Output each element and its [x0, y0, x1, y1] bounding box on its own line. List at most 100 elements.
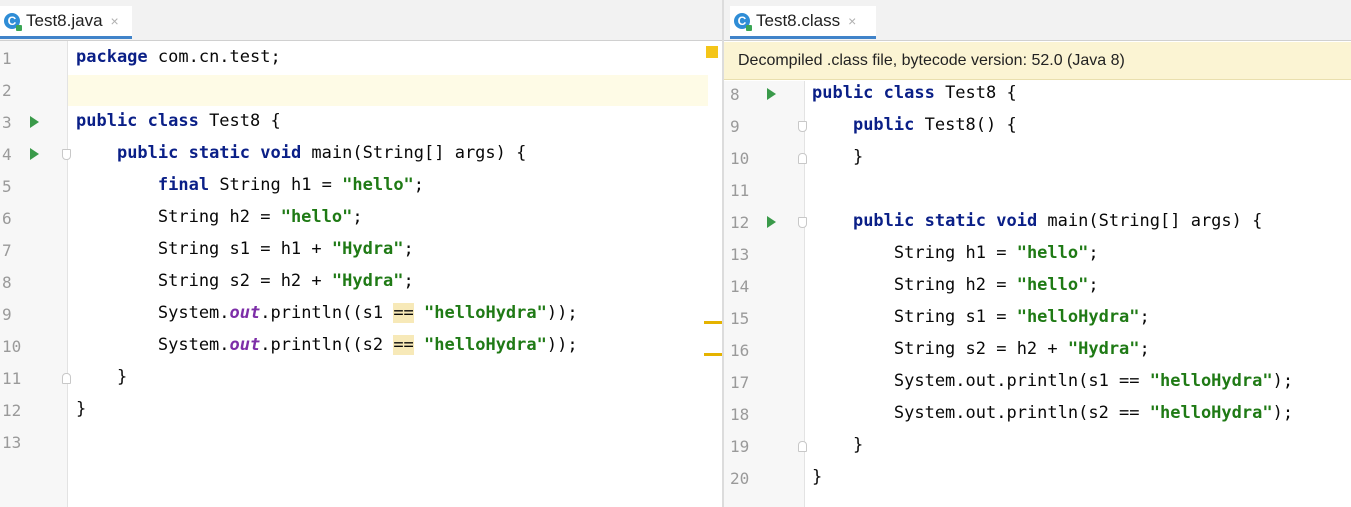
- code-text: String s1 = h1 +: [76, 239, 332, 259]
- keyword: public static void: [116, 143, 302, 163]
- code-text: main(String[] args) {: [1037, 211, 1263, 231]
- code-text: String s2 = h2 +: [812, 339, 1068, 359]
- line-number: 4: [2, 145, 12, 164]
- left-tab-bar: C Test8.java ×: [0, 0, 722, 41]
- run-icon[interactable]: [767, 88, 776, 100]
- line-number: 5: [2, 177, 12, 196]
- code-text: .println((s2: [260, 335, 394, 355]
- code-text: ;: [413, 175, 425, 195]
- line-number: 16: [730, 341, 750, 360]
- run-icon[interactable]: [767, 216, 776, 228]
- banner-text: Decompiled .class file, bytecode version…: [738, 51, 1125, 69]
- line-number: 9: [2, 305, 12, 324]
- gutter-divider: [67, 41, 68, 507]
- right-tab-bar: C Test8.class ×: [724, 0, 1351, 41]
- code-text: ));: [546, 303, 578, 323]
- line-number: 17: [730, 373, 750, 392]
- code-line: public static void main(String[] args) {: [812, 211, 1262, 231]
- code-line: System.out.println((s1 == "helloHydra"))…: [76, 303, 578, 323]
- field-ref: out: [229, 303, 261, 323]
- code-text: System.: [76, 303, 230, 323]
- close-icon[interactable]: ×: [848, 13, 856, 29]
- code-line: }: [76, 367, 127, 387]
- decompiled-banner: Decompiled .class file, bytecode version…: [724, 42, 1351, 80]
- code-text: }: [76, 367, 128, 387]
- string-literal: "hello": [342, 175, 414, 195]
- code-text: String h1 =: [209, 175, 343, 195]
- line-number: 2: [2, 81, 12, 100]
- keyword: public class: [76, 111, 199, 131]
- run-icon[interactable]: [30, 148, 39, 160]
- code-text: ;: [403, 239, 414, 259]
- code-text: System.out.println(s2 ==: [812, 403, 1150, 423]
- operator-highlight: ==: [393, 335, 414, 355]
- code-line: }: [812, 435, 863, 455]
- line-number: 11: [2, 369, 22, 388]
- code-text: );: [1272, 403, 1294, 423]
- code-line: String s1 = "helloHydra";: [812, 307, 1150, 327]
- tab-label: Test8.java: [26, 11, 103, 30]
- code-line: String s2 = h2 + "Hydra";: [76, 271, 414, 291]
- code-text: com.cn.test;: [147, 47, 281, 67]
- code-line: public static void main(String[] args) {: [76, 143, 526, 163]
- code-text: Test8() {: [914, 115, 1017, 135]
- code-line: }: [76, 399, 86, 419]
- fold-icon[interactable]: [62, 149, 71, 160]
- code-text: Test8 {: [934, 83, 1017, 103]
- string-literal: "helloHydra": [1149, 371, 1273, 391]
- line-number: 10: [2, 337, 22, 356]
- close-icon[interactable]: ×: [111, 13, 119, 29]
- code-text: main(String[] args) {: [301, 143, 527, 163]
- line-number: 15: [730, 309, 750, 328]
- tab-test8-java[interactable]: C Test8.java ×: [0, 6, 132, 39]
- code-text: String h2 =: [76, 207, 281, 227]
- code-text: }: [812, 147, 864, 167]
- left-editor-pane: C Test8.java × 1 package com.cn.test; 2 3 pu…: [0, 0, 722, 507]
- code-text: System.: [76, 335, 230, 355]
- line-number: 8: [2, 273, 12, 292]
- line-number: 6: [2, 209, 12, 228]
- code-line: System.out.println(s2 == "helloHydra");: [812, 403, 1293, 423]
- line-number: 12: [730, 213, 750, 232]
- keyword: public static void: [852, 211, 1038, 231]
- line-number: 3: [2, 113, 12, 132]
- warning-marker[interactable]: [706, 46, 718, 58]
- code-text: ;: [1139, 339, 1150, 359]
- string-literal: "hello": [280, 207, 353, 227]
- current-line-highlight: [68, 75, 708, 106]
- line-number: 9: [730, 117, 740, 136]
- code-line: final String h1 = "hello";: [76, 175, 424, 195]
- string-literal: "hello": [1016, 275, 1089, 295]
- code-text: }: [812, 467, 823, 487]
- code-line: String h2 = "hello";: [76, 207, 363, 227]
- keyword: package: [76, 47, 148, 67]
- code-text: System.out.println(s1 ==: [812, 371, 1150, 391]
- field-ref: out: [229, 335, 261, 355]
- tab-test8-class[interactable]: C Test8.class ×: [730, 6, 876, 39]
- code-line: public class Test8 {: [76, 111, 281, 131]
- fold-icon[interactable]: [62, 373, 71, 384]
- run-icon[interactable]: [30, 116, 39, 128]
- code-text: }: [76, 399, 87, 419]
- line-number: 1: [2, 49, 12, 68]
- operator-highlight: ==: [393, 303, 414, 323]
- fold-icon[interactable]: [798, 121, 807, 132]
- line-number: 18: [730, 405, 750, 424]
- error-stripe-mark[interactable]: [704, 321, 722, 324]
- code-text: }: [812, 435, 864, 455]
- fold-icon[interactable]: [798, 441, 807, 452]
- error-stripe-mark[interactable]: [704, 353, 722, 356]
- fold-icon[interactable]: [798, 217, 807, 228]
- string-literal: "Hydra": [331, 239, 404, 259]
- string-literal: "helloHydra": [424, 335, 547, 355]
- line-number: 13: [2, 433, 22, 452]
- code-text: Test8 {: [198, 111, 281, 131]
- string-literal: "helloHydra": [1016, 307, 1140, 327]
- line-number: 20: [730, 469, 750, 488]
- fold-icon[interactable]: [798, 153, 807, 164]
- tab-label: Test8.class: [756, 11, 841, 30]
